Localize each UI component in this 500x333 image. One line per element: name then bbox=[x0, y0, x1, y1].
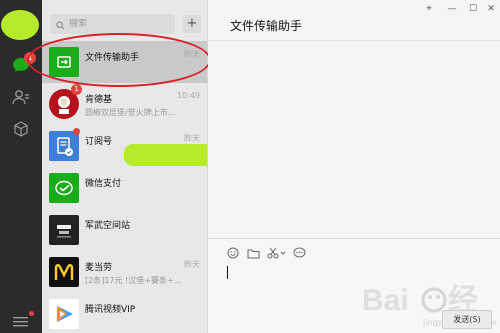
chat-history-icon[interactable] bbox=[292, 246, 306, 260]
chat-name: 微信支付 bbox=[85, 179, 122, 189]
tencent-video-icon bbox=[49, 299, 79, 329]
screenshot-scissors-icon[interactable] bbox=[266, 246, 288, 260]
chat-item-kfc[interactable]: 1 肯德基 圆椒双层堡/誉火牌上市... 10:49 bbox=[42, 83, 207, 125]
header-divider bbox=[208, 40, 500, 41]
conversation-list: + 文件传输助手 昨天 1 肯德基 圆椒双层堡/誉火牌上市... 10:49 订… bbox=[42, 0, 208, 333]
contacts-icon[interactable] bbox=[11, 87, 31, 107]
mcdonalds-logo bbox=[49, 257, 79, 287]
svg-text:Bai: Bai bbox=[362, 284, 409, 317]
chat-time: 昨天 bbox=[184, 50, 200, 59]
chat-item-military[interactable]: 军武空间站 bbox=[42, 209, 207, 251]
chat-name: 麦当劳 bbox=[85, 263, 113, 273]
chat-preview: [2条]17元 !汉堡+賽条+... bbox=[85, 276, 181, 285]
search-input[interactable] bbox=[69, 19, 169, 29]
file-transfer-icon bbox=[49, 47, 79, 77]
chat-name: 肯德基 bbox=[85, 95, 113, 105]
add-chat-button[interactable]: + bbox=[183, 15, 201, 33]
minimize-button[interactable]: — bbox=[445, 4, 459, 14]
chat-item-tencent-video[interactable]: 腾讯视频VIP bbox=[42, 293, 207, 333]
search-box[interactable] bbox=[50, 14, 175, 34]
favorites-cube-icon[interactable] bbox=[11, 119, 31, 139]
pin-icon[interactable]: ⌖ bbox=[422, 4, 436, 14]
search-icon bbox=[56, 15, 65, 34]
chat-name: 文件传输助手 bbox=[85, 53, 140, 63]
chat-time: 10:49 bbox=[176, 91, 200, 100]
menu-notification-dot bbox=[29, 311, 34, 316]
user-avatar[interactable] bbox=[1, 10, 39, 40]
chat-name: 军武空间站 bbox=[85, 221, 131, 231]
military-logo bbox=[49, 215, 79, 245]
chat-name: 订阅号 bbox=[85, 137, 113, 147]
chat-time: 昨天 bbox=[184, 260, 200, 269]
folder-icon[interactable] bbox=[246, 246, 260, 260]
close-button[interactable]: ✕ bbox=[484, 4, 498, 14]
chat-unread-badge: 1 bbox=[24, 52, 36, 64]
unread-badge: 1 bbox=[71, 84, 82, 95]
chat-preview: 圆椒双层堡/誉火牌上市... bbox=[85, 108, 176, 117]
text-caret bbox=[227, 266, 228, 279]
wechat-pay-icon bbox=[49, 173, 79, 203]
redaction-smear bbox=[124, 144, 207, 166]
subscription-icon bbox=[49, 131, 79, 161]
search-row: + bbox=[50, 14, 201, 36]
emoji-icon[interactable] bbox=[226, 246, 240, 260]
chat-time: 昨天 bbox=[184, 134, 200, 143]
send-button[interactable]: 发送(S) bbox=[442, 310, 492, 329]
chat-name: 腾讯视频VIP bbox=[85, 305, 136, 315]
chat-item-file-transfer[interactable]: 文件传输助手 昨天 bbox=[42, 41, 207, 83]
chat-item-mcdonalds[interactable]: 麦当劳 [2条]17元 !汉堡+賽条+... 昨天 bbox=[42, 251, 207, 293]
chat-panel: 文件传输助手 ⌖ — ☐ ✕ Bai 经 jingyan.baidu.com 发… bbox=[208, 0, 500, 333]
maximize-button[interactable]: ☐ bbox=[466, 4, 480, 14]
chat-item-wechat-pay[interactable]: 微信支付 bbox=[42, 167, 207, 209]
nav-rail: 1 bbox=[0, 0, 42, 333]
unread-dot bbox=[73, 128, 80, 135]
chat-title: 文件传输助手 bbox=[230, 19, 303, 33]
hamburger-menu-icon[interactable] bbox=[11, 312, 31, 332]
